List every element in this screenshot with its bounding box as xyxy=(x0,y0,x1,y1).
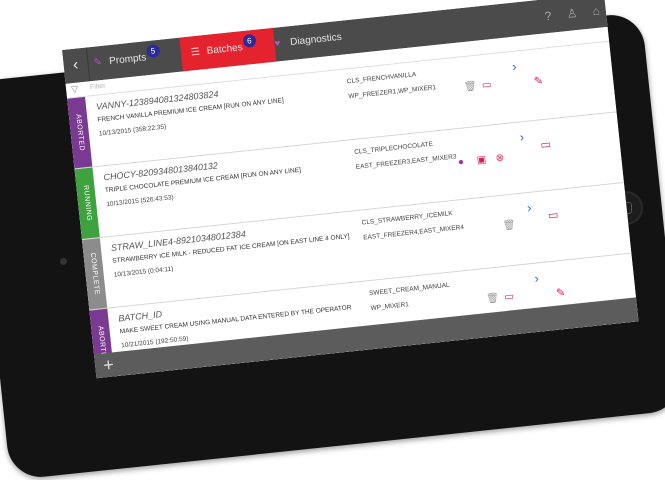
prompts-count-badge: 5 xyxy=(145,43,161,59)
home-icon[interactable]: ⌂ xyxy=(592,4,601,19)
comment-icon[interactable]: ▭ xyxy=(481,79,492,91)
batch-equipment: WP_MIXER1 xyxy=(370,301,410,313)
pencil-icon: ✎ xyxy=(92,56,103,69)
batch-date: 10/13/2015 (358:22:35) xyxy=(98,123,167,138)
diagnostics-icon: ♥ xyxy=(273,38,282,50)
trash-icon[interactable]: 🗑 xyxy=(486,293,500,305)
chevron-right-icon[interactable]: › xyxy=(526,200,532,215)
trash-icon[interactable]: 🗑 xyxy=(464,81,478,93)
tab-batches-label: Batches xyxy=(206,42,244,57)
batch-class: CLS_STRAWBERRY_ICEMILK xyxy=(361,210,453,227)
tab-diagnostics-label: Diagnostics xyxy=(289,31,343,49)
edit-icon[interactable]: ✎ xyxy=(533,74,543,88)
tablet-device: ‹ ✎ Prompts 5 ☰ Batches 6 ♥ Diagnostics … xyxy=(0,0,665,480)
back-button[interactable]: ‹ xyxy=(62,47,91,84)
user-icon[interactable]: ♙ xyxy=(566,6,578,21)
list-icon: ☰ xyxy=(190,46,201,59)
calendar-icon[interactable]: ▣ xyxy=(476,154,487,166)
batch-date: 10/13/2015 (0:04:11) xyxy=(113,265,174,279)
comment-icon[interactable]: ▭ xyxy=(504,291,515,303)
record-icon[interactable]: ● xyxy=(457,157,464,169)
edit-icon[interactable]: ✎ xyxy=(555,286,566,300)
filter-input[interactable]: Filter xyxy=(90,83,106,92)
cancel-icon[interactable]: ⊗ xyxy=(495,152,504,164)
batch-class: CLS_FRENCHVANILLA xyxy=(346,71,417,86)
comment-icon[interactable]: ▭ xyxy=(540,137,552,151)
camera-icon xyxy=(60,258,67,265)
help-icon[interactable]: ? xyxy=(544,9,552,24)
batch-date: 10/13/2015 (526:43:53) xyxy=(106,194,175,209)
batch-equipment: EAST_FREEZER3,EAST_MIXER3 xyxy=(355,153,457,171)
app-screen: ‹ ✎ Prompts 5 ☰ Batches 6 ♥ Diagnostics … xyxy=(62,0,639,379)
comment-icon[interactable]: ▭ xyxy=(547,208,559,222)
filter-icon[interactable]: ▽ xyxy=(71,84,79,96)
trash-icon[interactable]: 🗑 xyxy=(502,220,516,232)
batches-count-badge: 6 xyxy=(242,33,257,49)
tab-prompts-label: Prompts xyxy=(108,52,147,68)
chevron-right-icon[interactable]: › xyxy=(511,59,517,74)
batch-class: SWEET_CREAM_MANUAL xyxy=(368,281,450,298)
batch-equipment: WP_FREEZER1,WP_MIXER1 xyxy=(348,84,437,101)
chevron-right-icon[interactable]: › xyxy=(519,129,525,144)
chevron-right-icon[interactable]: › xyxy=(534,270,540,285)
batch-equipment: EAST_FREEZER4,EAST_MIXER4 xyxy=(362,223,465,242)
add-button[interactable]: + xyxy=(102,352,115,377)
batch-class: CLS_TRIPLECHOCOLATE xyxy=(353,140,434,156)
batch-id: BATCH_ID xyxy=(117,309,163,324)
